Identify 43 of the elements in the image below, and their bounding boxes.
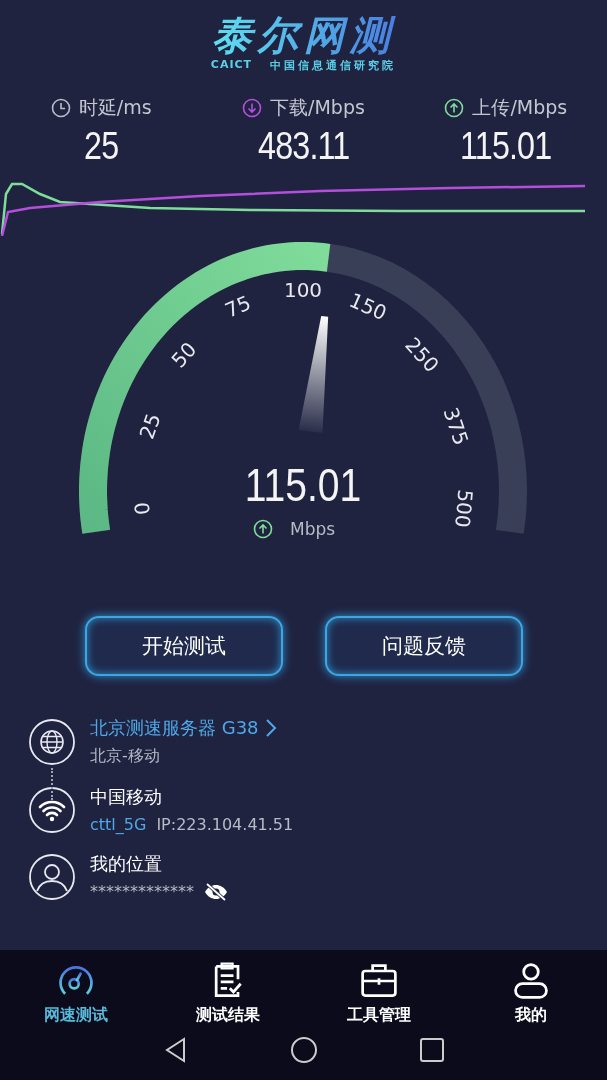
ip-address: IP:223.104.41.51 (156, 815, 294, 834)
upload-icon (253, 519, 273, 539)
globe-icon (28, 717, 76, 766)
server-location: 北京-移动 (90, 746, 160, 767)
metric-label: 上传/Mbps (472, 95, 568, 120)
scale-label: 375 (438, 404, 474, 449)
eye-off-icon[interactable] (204, 882, 228, 901)
scale-label: 50 (166, 337, 202, 373)
person-icon (28, 852, 76, 901)
org-name: 中国信息通信研究院 (270, 58, 397, 73)
scale-label: 150 (345, 287, 391, 326)
nav-tab[interactable]: 工具管理 (303, 956, 456, 1030)
server-link[interactable]: 北京测速服务器 G38 (90, 716, 277, 740)
home-icon[interactable] (289, 1036, 318, 1064)
nav-tab[interactable]: 网速测试 (0, 956, 152, 1030)
scale-label: 0 (129, 501, 155, 516)
metric-value: 483.11 (257, 125, 350, 168)
action-button[interactable]: 问题反馈 (324, 616, 523, 676)
chevron-right-icon (264, 719, 277, 737)
metric-value: 115.01 (460, 125, 552, 168)
scale-label: 100 (283, 277, 323, 302)
metric-value: 25 (84, 125, 119, 168)
scale-label: 75 (221, 290, 255, 323)
wifi-name: cttl_5G (90, 815, 147, 834)
wifi-icon (28, 785, 76, 834)
org-abbreviation: CAICT (210, 58, 253, 73)
download-icon (242, 98, 263, 118)
scale-label: 25 (134, 410, 166, 443)
nav-tab[interactable]: 测试结果 (151, 956, 304, 1030)
scale-label: 500 (450, 488, 478, 529)
upload-icon (444, 98, 465, 118)
carrier-name: 中国移动 (90, 785, 163, 809)
masked-location: ************* (90, 882, 194, 901)
recents-icon[interactable] (417, 1036, 446, 1064)
location-title: 我的位置 (90, 852, 163, 876)
action-button[interactable]: 开始测试 (84, 616, 283, 676)
metric-label: 时延/ms (78, 95, 152, 120)
unit-label: Mbps (290, 519, 336, 539)
metric-label: 下载/Mbps (270, 95, 365, 120)
nav-tab[interactable]: 我的 (455, 956, 607, 1030)
scale-label: 250 (400, 332, 444, 378)
speed-reading: 115.01 (244, 459, 362, 511)
clock-icon (50, 98, 71, 118)
